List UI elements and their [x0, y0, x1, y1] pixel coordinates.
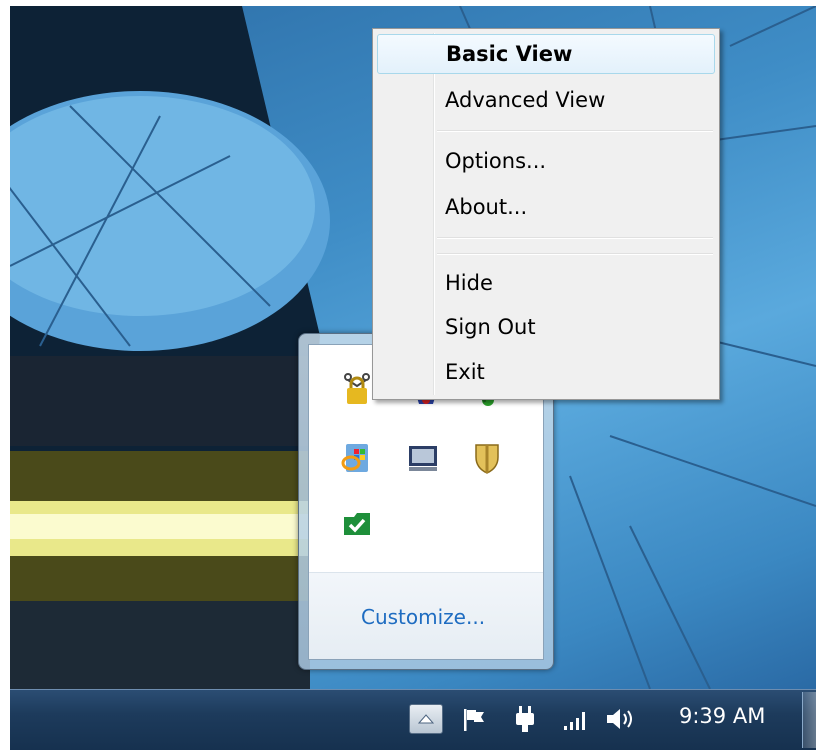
- menu-item-label: Options...: [445, 149, 547, 173]
- show-hidden-icons-button[interactable]: [409, 704, 443, 734]
- signal-bars-icon[interactable]: [561, 706, 591, 734]
- menu-item-about[interactable]: About...: [377, 187, 715, 227]
- menu-item-label: About...: [445, 195, 528, 219]
- menu-item-label: Hide: [445, 271, 493, 295]
- taskbar: 9:39 AM: [10, 689, 816, 750]
- menu-item-basic-view[interactable]: Basic View: [377, 34, 715, 74]
- context-menu: Basic View Advanced View Options... Abou…: [372, 28, 720, 400]
- menu-item-label: Sign Out: [445, 315, 536, 339]
- menu-item-hide[interactable]: Hide: [377, 263, 715, 303]
- show-desktop-button[interactable]: [802, 692, 816, 748]
- chevron-up-icon: [417, 714, 435, 724]
- menu-separator: [437, 253, 713, 255]
- menu-item-advanced-view[interactable]: Advanced View: [377, 80, 715, 120]
- menu-item-label: Advanced View: [445, 88, 606, 112]
- volume-icon[interactable]: [604, 704, 638, 734]
- display-icon[interactable]: [406, 441, 440, 475]
- customize-area: Customize...: [309, 572, 543, 659]
- taskbar-clock[interactable]: 9:39 AM: [679, 704, 765, 728]
- vpn-lock-icon[interactable]: [340, 372, 374, 406]
- menu-separator: [437, 237, 713, 239]
- menu-item-exit[interactable]: Exit: [377, 352, 715, 392]
- customize-link[interactable]: Customize...: [361, 605, 485, 629]
- menu-item-label: Basic View: [446, 42, 573, 66]
- action-center-flag-icon[interactable]: [460, 706, 488, 734]
- windows-update-icon[interactable]: [340, 441, 374, 475]
- security-shield-icon[interactable]: [470, 441, 504, 475]
- green-check-folder-icon[interactable]: [340, 505, 374, 539]
- menu-item-sign-out[interactable]: Sign Out: [377, 307, 715, 347]
- menu-item-label: Exit: [445, 360, 485, 384]
- menu-item-options[interactable]: Options...: [377, 141, 715, 181]
- power-plug-icon[interactable]: [510, 704, 540, 734]
- menu-separator: [437, 130, 713, 132]
